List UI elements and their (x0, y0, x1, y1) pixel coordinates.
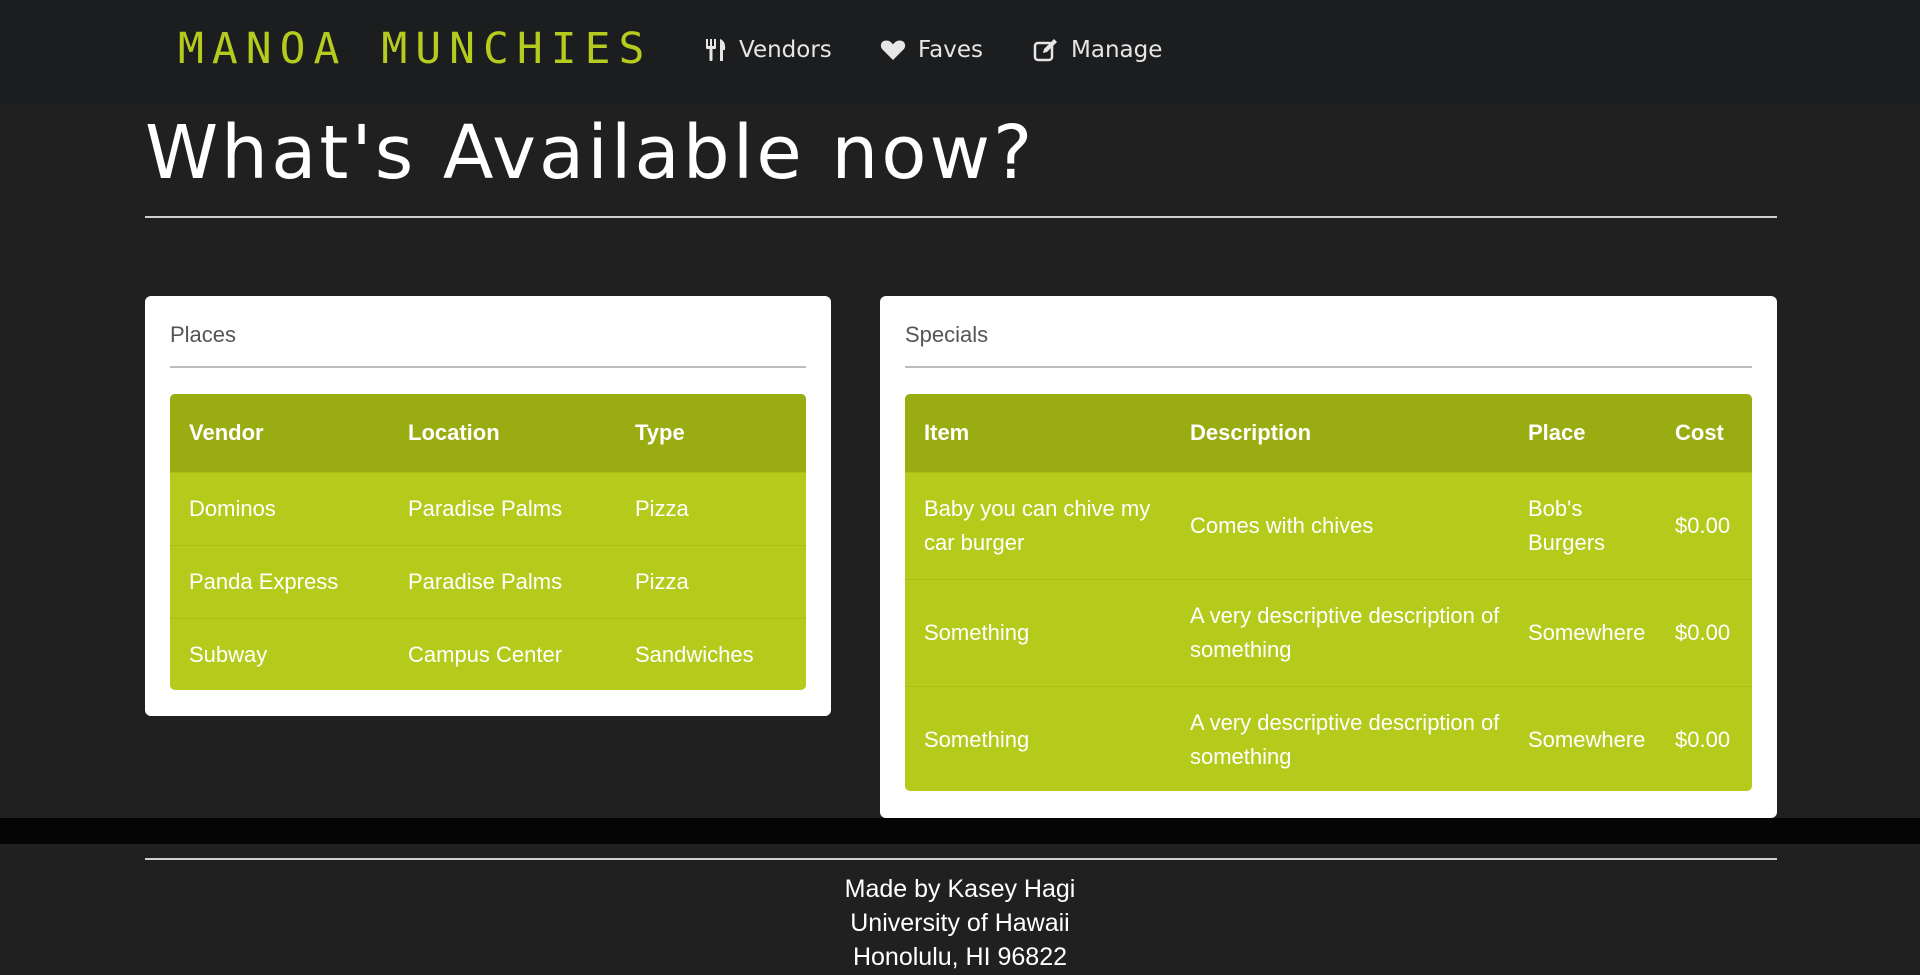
column-header-item: Item (924, 420, 970, 445)
table-row: Subway Campus Center Sandwiches (170, 618, 806, 690)
footer-university: University of Hawaii (850, 909, 1070, 937)
footer-divider (145, 858, 1777, 860)
description-cell: A very descriptive description of someth… (1190, 710, 1500, 769)
footer-author: Made by Kasey Hagi (844, 875, 1076, 903)
cost-cell: $0.00 (1675, 513, 1731, 538)
nav-faves[interactable]: Faves (880, 30, 983, 70)
item-cell: Something (924, 727, 1030, 752)
table-row: Panda Express Paradise Palms Pizza (170, 545, 806, 618)
brand-logo[interactable]: MANOA MUNCHIES (178, 22, 652, 76)
footer-text: Made by Kasey Hagi University of Hawaii … (0, 872, 1920, 974)
footer: Made by Kasey Hagi University of Hawaii … (0, 844, 1920, 975)
specials-card-title: Specials (905, 322, 989, 347)
column-header-description: Description (1190, 420, 1312, 445)
table-row: Dominos Paradise Palms Pizza (170, 472, 806, 545)
specials-card: Specials Item Description Place Cost Bab… (880, 296, 1777, 818)
specials-table-header: Item Description Place Cost (905, 394, 1752, 472)
specials-card-divider (905, 366, 1752, 368)
type-cell: Pizza (635, 569, 689, 594)
nav-vendors[interactable]: Vendors (705, 30, 832, 70)
places-card: Places Vendor Location Type Dominos Para… (145, 296, 831, 716)
type-cell: Pizza (635, 496, 689, 521)
column-header-cost: Cost (1675, 420, 1724, 445)
nav-manage-label: Manage (1071, 37, 1163, 63)
item-cell: Baby you can chive my car burger (924, 496, 1151, 555)
description-cell: Comes with chives (1190, 513, 1374, 538)
table-row: Something A very descriptive description… (905, 686, 1752, 791)
nav-vendors-label: Vendors (739, 37, 832, 63)
vendor-cell: Subway (189, 642, 268, 667)
footer-band (0, 818, 1920, 844)
column-header-type: Type (635, 420, 685, 445)
column-header-vendor: Vendor (189, 420, 264, 445)
places-card-divider (170, 366, 806, 368)
column-header-place: Place (1528, 420, 1586, 445)
nav-manage[interactable]: Manage (1033, 30, 1162, 70)
specials-table: Item Description Place Cost Baby you can… (905, 394, 1752, 791)
page-title: What's Available now? (145, 110, 1036, 196)
heart-icon (880, 39, 906, 61)
location-cell: Paradise Palms (408, 496, 563, 521)
cost-cell: $0.00 (1675, 727, 1731, 752)
description-cell: A very descriptive description of someth… (1190, 603, 1500, 662)
vendor-cell: Dominos (189, 496, 276, 521)
places-card-title: Places (170, 322, 237, 347)
place-cell: Somewhere (1528, 620, 1646, 645)
item-cell: Something (924, 620, 1030, 645)
utensils-icon (705, 38, 727, 62)
vendor-cell: Panda Express (189, 569, 339, 594)
footer-address: Honolulu, HI 96822 (852, 943, 1068, 971)
column-header-location: Location (408, 420, 500, 445)
places-table-header: Vendor Location Type (170, 394, 806, 472)
table-row: Something A very descriptive description… (905, 579, 1752, 686)
edit-icon (1033, 38, 1059, 62)
places-table: Vendor Location Type Dominos Paradise Pa… (170, 394, 806, 690)
place-cell: Bob's Burgers (1528, 496, 1606, 555)
location-cell: Paradise Palms (408, 569, 563, 594)
nav-faves-label: Faves (918, 37, 983, 63)
location-cell: Campus Center (408, 642, 563, 667)
top-navbar: MANOA MUNCHIES Vendors Faves Manage (0, 0, 1920, 104)
place-cell: Somewhere (1528, 727, 1646, 752)
title-divider (145, 216, 1777, 218)
table-row: Baby you can chive my car burger Comes w… (905, 472, 1752, 579)
cost-cell: $0.00 (1675, 620, 1731, 645)
type-cell: Sandwiches (635, 642, 754, 667)
